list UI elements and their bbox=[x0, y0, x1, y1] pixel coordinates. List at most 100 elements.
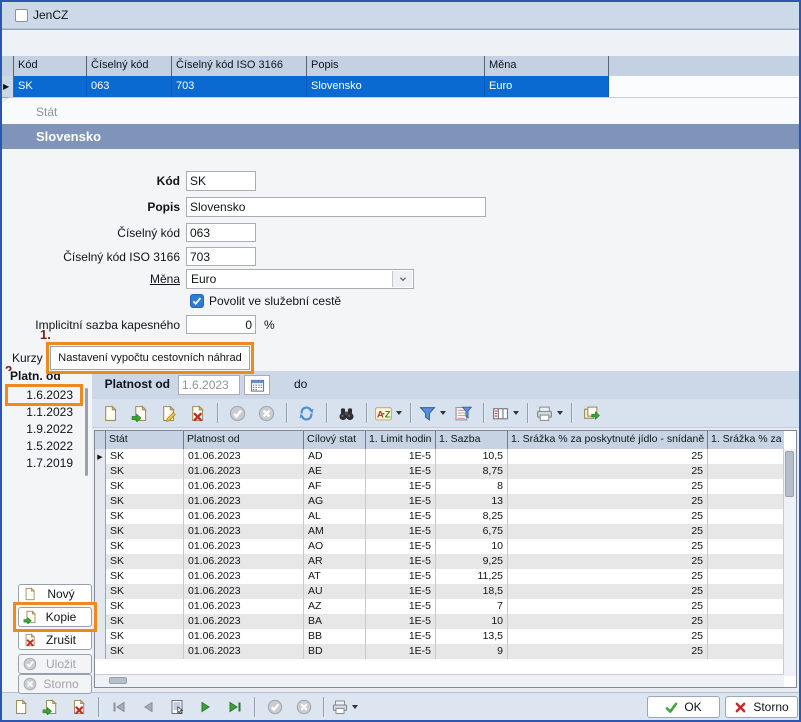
table-cell: SK bbox=[106, 509, 184, 524]
date-item[interactable]: 1.7.2019 bbox=[5, 455, 81, 472]
calendar-button[interactable] bbox=[244, 375, 270, 395]
table-row[interactable]: SK01.06.2023AZ1E-5725 bbox=[95, 599, 784, 614]
table-row[interactable]: SK01.06.2023AM1E-56,7525 bbox=[95, 524, 784, 539]
ciselny-kod-iso-field[interactable] bbox=[186, 247, 256, 266]
table-row[interactable]: SK01.06.2023AO1E-51025 bbox=[95, 539, 784, 554]
table-row[interactable]: SK01.06.2023AG1E-51325 bbox=[95, 494, 784, 509]
table-row[interactable]: SK01.06.2023AL1E-58,2525 bbox=[95, 509, 784, 524]
table-cell: SK bbox=[106, 479, 184, 494]
column-header-popis[interactable]: Popis bbox=[307, 56, 485, 76]
print-button[interactable] bbox=[533, 402, 566, 424]
table-cell bbox=[708, 614, 784, 629]
new-doc-button[interactable] bbox=[96, 402, 125, 424]
filter-button[interactable] bbox=[416, 402, 449, 424]
columns-button[interactable] bbox=[489, 402, 522, 424]
export-button[interactable] bbox=[577, 402, 606, 424]
table-row[interactable]: SK01.06.2023AT1E-511,2525 bbox=[95, 569, 784, 584]
row-marker-cell bbox=[95, 539, 106, 554]
column-header-k-d[interactable]: Kód bbox=[14, 56, 87, 76]
date-list-scrollbar[interactable] bbox=[85, 388, 88, 476]
sort-az-button[interactable] bbox=[372, 402, 405, 424]
apply-button[interactable] bbox=[223, 402, 252, 424]
copy-doc-button[interactable] bbox=[125, 402, 154, 424]
mena-label[interactable]: Měna bbox=[2, 269, 180, 289]
zru-it-button[interactable]: Zrušit bbox=[18, 630, 92, 650]
jencz-checkbox[interactable] bbox=[15, 9, 28, 22]
table-cell: SK bbox=[106, 569, 184, 584]
sazba-field[interactable] bbox=[186, 315, 256, 334]
date-item[interactable]: 1.1.2023 bbox=[5, 404, 81, 421]
date-item[interactable]: 1.5.2022 bbox=[5, 438, 81, 455]
delete-doc-button[interactable] bbox=[64, 696, 93, 718]
table-cell: 1E-5 bbox=[366, 449, 436, 464]
cancel-icon bbox=[23, 677, 37, 691]
vertical-scrollbar-thumb[interactable] bbox=[785, 451, 794, 497]
nov--button[interactable]: Nový bbox=[18, 584, 92, 604]
dropdown-arrow-icon[interactable] bbox=[513, 411, 519, 415]
storno-button[interactable]: Storno bbox=[725, 696, 798, 718]
dropdown-arrow-icon[interactable] bbox=[396, 411, 402, 415]
mena-combobox[interactable]: Euro bbox=[186, 269, 414, 289]
apply-button[interactable] bbox=[260, 696, 289, 718]
edit-doc-button[interactable] bbox=[154, 402, 183, 424]
table-cell: BA bbox=[304, 614, 366, 629]
column-header--seln-k-d[interactable]: Číselný kód bbox=[87, 56, 172, 76]
mena-dropdown-button[interactable] bbox=[392, 271, 412, 287]
table-row[interactable]: SK01.06.2023BB1E-513,525 bbox=[95, 629, 784, 644]
nav-next-button[interactable] bbox=[191, 696, 220, 718]
refresh-button[interactable] bbox=[292, 402, 321, 424]
dropdown-arrow-icon[interactable] bbox=[352, 705, 358, 709]
platnost-od-label: Platnost od bbox=[98, 377, 170, 391]
dropdown-arrow-icon[interactable] bbox=[557, 411, 563, 415]
top-grid-selected-row[interactable]: ▶SK063703SlovenskoEuro bbox=[2, 76, 799, 98]
table-row[interactable]: SK01.06.2023AE1E-58,7525 bbox=[95, 464, 784, 479]
nav-first-button[interactable] bbox=[104, 696, 133, 718]
table-cell bbox=[708, 554, 784, 569]
button-label: Zrušit bbox=[37, 633, 85, 647]
table-cell: 10,5 bbox=[436, 449, 508, 464]
popis-field[interactable] bbox=[186, 197, 486, 217]
rates-column-header[interactable]: 1. Srážka % za poskytnuté jídlo - snídan… bbox=[508, 431, 708, 449]
ok-button[interactable]: OK bbox=[647, 696, 720, 718]
rates-column-header[interactable]: Platnost od bbox=[184, 431, 304, 449]
platnost-od-field[interactable] bbox=[178, 375, 240, 395]
new-doc-button[interactable] bbox=[6, 696, 35, 718]
table-row[interactable]: ▶SK01.06.2023AD1E-510,525 bbox=[95, 449, 784, 464]
vertical-scrollbar[interactable] bbox=[783, 449, 796, 676]
ciselny-kod-field[interactable] bbox=[186, 223, 256, 242]
sort-az-icon bbox=[375, 405, 392, 422]
horizontal-scrollbar-thumb[interactable] bbox=[109, 677, 127, 684]
column-header--seln-k-d-iso-3166[interactable]: Číselný kód ISO 3166 bbox=[172, 56, 307, 76]
tab-kurzy[interactable]: Kurzy bbox=[12, 351, 43, 365]
table-row[interactable]: SK01.06.2023AR1E-59,2525 bbox=[95, 554, 784, 569]
x-red-icon bbox=[734, 701, 747, 714]
table-row[interactable]: SK01.06.2023BA1E-51025 bbox=[95, 614, 784, 629]
row-marker-icon: ▶ bbox=[3, 82, 9, 91]
table-cell: 8,75 bbox=[436, 464, 508, 479]
find-button[interactable] bbox=[332, 402, 361, 424]
rates-column-header[interactable]: Cílový stat bbox=[304, 431, 366, 449]
rates-column-header[interactable]: 1. Sazba bbox=[436, 431, 508, 449]
cancel-button[interactable] bbox=[252, 402, 281, 424]
rates-column-header[interactable]: Stát bbox=[106, 431, 184, 449]
nav-prev-button[interactable] bbox=[133, 696, 162, 718]
horizontal-scrollbar[interactable] bbox=[95, 674, 784, 687]
detail-view-button[interactable] bbox=[162, 696, 191, 718]
dropdown-arrow-icon[interactable] bbox=[440, 411, 446, 415]
nav-last-button[interactable] bbox=[220, 696, 249, 718]
table-row[interactable]: SK01.06.2023BD1E-5925 bbox=[95, 644, 784, 659]
table-row[interactable]: SK01.06.2023AF1E-5825 bbox=[95, 479, 784, 494]
cancel-button[interactable] bbox=[289, 696, 318, 718]
povolit-checkbox[interactable] bbox=[190, 294, 204, 308]
kod-field[interactable] bbox=[186, 171, 256, 191]
filter-values-button[interactable] bbox=[449, 402, 478, 424]
delete-doc-button[interactable] bbox=[183, 402, 212, 424]
table-row[interactable]: SK01.06.2023AU1E-518,525 bbox=[95, 584, 784, 599]
print-button[interactable] bbox=[329, 696, 361, 718]
copy-doc-button[interactable] bbox=[35, 696, 64, 718]
rates-column-header[interactable]: 1. Limit hodin bbox=[366, 431, 436, 449]
column-header-m-na[interactable]: Měna bbox=[485, 56, 609, 76]
rates-column-header[interactable]: 1. Srážka % za pos bbox=[708, 431, 784, 449]
date-item[interactable]: 1.9.2022 bbox=[5, 421, 81, 438]
table-cell: 25 bbox=[508, 554, 708, 569]
